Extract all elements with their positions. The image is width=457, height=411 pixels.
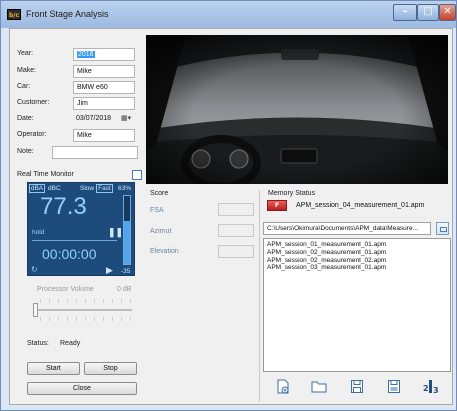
monitor-divider <box>32 240 117 241</box>
close-icon: ✕ <box>443 6 452 17</box>
expand-monitor-icon[interactable] <box>132 170 142 180</box>
azimut-label: Azimut <box>150 228 172 235</box>
car-field[interactable]: BMW e60 <box>73 81 135 94</box>
list-item[interactable]: APM_session_03_measurement_01.apm <box>267 264 447 272</box>
note-field[interactable] <box>52 146 138 159</box>
real-time-monitor-title: Real Time Monitor <box>17 171 74 178</box>
year-value: 2018 <box>77 51 95 58</box>
list-item[interactable]: APM_session_02_measurement_01.apm <box>267 249 447 257</box>
real-time-monitor: dBA dBC Slow Fast 63% 77.3 hold ❚❚ 00:00… <box>27 182 135 276</box>
list-item[interactable]: APM_session_02_measurement_02.apm <box>267 257 447 265</box>
save-icon[interactable] <box>350 379 364 394</box>
processor-volume-label: Processor Volume <box>37 286 94 293</box>
save-as-icon[interactable] <box>387 379 401 394</box>
browse-folder-button[interactable] <box>436 222 449 235</box>
car-interior-image <box>146 35 448 184</box>
close-button[interactable]: Close <box>27 382 137 395</box>
minimize-icon: – <box>402 6 408 17</box>
current-file-name: APM_session_04_measurement_01.apm <box>296 202 425 209</box>
fast-toggle[interactable]: Fast <box>96 184 113 193</box>
dbc-toggle[interactable]: dBC <box>48 185 61 192</box>
data-path-field[interactable]: C:\Users\Okimura\Documents\APM_data\Meas… <box>263 222 431 235</box>
title-bar[interactable]: b/c Front Stage Analysis – □ ✕ <box>1 1 456 28</box>
elevation-label: Elevation <box>150 248 179 255</box>
level-percent: 63% <box>118 185 132 192</box>
maximize-icon: □ <box>423 6 433 17</box>
level-meter <box>123 195 131 265</box>
elapsed-time: 00:00:00 <box>42 246 97 262</box>
customer-label: Customer: <box>17 99 50 106</box>
pause-icon[interactable]: ❚❚ <box>108 227 123 238</box>
car-label: Car: <box>17 83 31 90</box>
processor-volume-db: 0 dB <box>117 286 132 293</box>
sound-level-value: 77.3 <box>40 193 87 220</box>
maximize-button[interactable]: □ <box>417 4 439 21</box>
operator-label: Operator: <box>17 131 47 138</box>
date-label: Date: <box>17 115 34 122</box>
note-label: Note: <box>17 148 34 155</box>
list-item[interactable]: APM_session_01_measurement_01.apm <box>267 241 447 249</box>
fsa-label: FSA <box>150 207 164 214</box>
make-label: Make: <box>17 67 37 74</box>
processor-volume-thumb[interactable] <box>33 303 38 317</box>
make-field[interactable]: Mike <box>73 65 135 78</box>
processor-volume-slider[interactable] <box>36 309 132 311</box>
sort-icon[interactable]: 2 3 <box>422 379 440 394</box>
window-title: Front Stage Analysis <box>26 9 109 19</box>
file-list[interactable]: APM_session_01_measurement_01.apm APM_se… <box>263 238 451 372</box>
open-folder-icon[interactable] <box>311 379 327 394</box>
stop-button[interactable]: Stop <box>84 362 137 375</box>
car-interior-picture <box>146 35 448 184</box>
app-icon: b/c <box>7 9 21 20</box>
min-db-label: -35 <box>121 268 131 275</box>
svg-text:2: 2 <box>423 384 429 393</box>
minimize-button[interactable]: – <box>393 4 417 21</box>
memory-status-title: Memory Status <box>268 190 316 197</box>
svg-text:3: 3 <box>433 386 439 394</box>
section-divider <box>259 190 260 402</box>
date-field[interactable]: 03/07/2018 <box>73 113 118 126</box>
elevation-value <box>218 245 254 258</box>
dba-toggle[interactable]: dBA <box>29 184 45 193</box>
azimut-value <box>218 224 254 237</box>
year-label: Year: <box>17 50 34 57</box>
slow-toggle[interactable]: Slow <box>80 185 94 192</box>
operator-field[interactable]: Mike <box>73 129 135 142</box>
record-indicator: F <box>267 200 287 211</box>
fsa-value <box>218 203 254 216</box>
folder-icon <box>440 227 447 232</box>
close-window-button[interactable]: ✕ <box>439 4 456 21</box>
hold-label: hold <box>32 229 45 236</box>
calendar-dropdown-icon[interactable]: ▦▾ <box>121 114 131 124</box>
new-file-icon[interactable] <box>276 379 290 394</box>
play-icon[interactable]: ▶ <box>106 265 113 276</box>
status-value: Ready <box>60 340 81 347</box>
customer-field[interactable]: Jim <box>73 97 135 110</box>
slider-ticks-bottom <box>40 317 134 321</box>
start-button[interactable]: Start <box>27 362 80 375</box>
status-label: Status: <box>27 340 49 347</box>
loop-icon[interactable]: ↻ <box>31 265 38 274</box>
level-meter-fill <box>124 221 130 264</box>
score-title: Score <box>150 190 169 197</box>
year-field[interactable]: 2018 <box>73 48 135 61</box>
slider-ticks-top <box>40 299 134 303</box>
